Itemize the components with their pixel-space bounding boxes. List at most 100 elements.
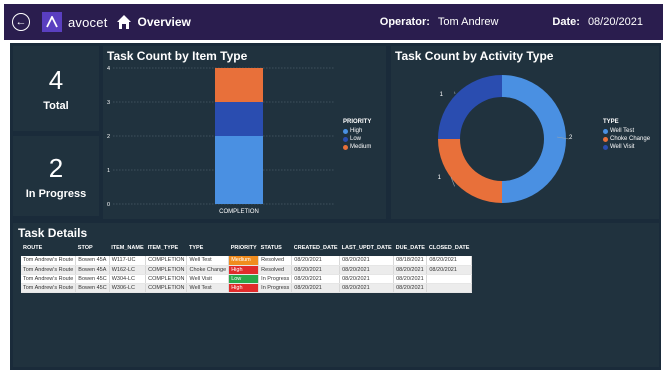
table-cell: Resolved [258,256,293,266]
kpi-in-progress-label: In Progress [25,187,87,200]
table-cell: 08/20/2021 [339,256,395,266]
legend-label: Medium [350,144,372,150]
table-cell [426,283,472,293]
task-details-table: ROUTE STOP ITEM_NAME ITEM_TYPE TYPE PRIORITY S… [21,243,472,293]
page-title: Overview [137,15,191,29]
task-details-panel: Task Details ROUTE STOP ITEM_NAME ITEM_TYPE… [13,223,659,367]
table-cell: Choke Change [186,265,230,275]
legend-label: Low [350,136,362,142]
avocet-logo-icon [42,12,62,32]
table-cell: 08/20/2021 [426,256,472,266]
table-cell: 08/20/2021 [339,274,395,284]
table-cell: 08/20/2021 [291,265,341,275]
table-cell: Well Test [186,283,230,293]
table-cell: W117-UC [109,256,147,266]
legend-dot-icon [343,128,348,134]
column-header-stop[interactable]: STOP [76,243,109,256]
table-cell: Well Test [186,256,230,266]
table-cell: High [228,265,260,275]
table-cell: COMPLETION [145,256,188,266]
table-cell: High [228,283,260,293]
table-cell: W304-LC [109,274,147,284]
type-legend: TYPE Well Test Choke Change Well Visit [603,119,650,152]
item-type-chart-panel[interactable]: Task Count by Item Type 0 1 2 3 4 COMPLETION … [103,46,386,219]
legend-item-well-test[interactable]: Well Test [603,128,650,134]
report-canvas: ← avocet Overview Operator: Tom Andrew D… [0,0,667,371]
bar-segment-medium [215,68,263,102]
table-cell: Tom Andrew's Route [21,265,77,275]
table-cell: 08/20/2021 [393,265,428,275]
activity-type-chart-panel[interactable]: Task Count by Activity Type 211 TYPE Wel… [391,46,659,219]
table-row[interactable]: Tom Andrew's Route Bowen 45A W117-UC COMPLE… [21,256,472,266]
operator-label: Operator: [379,16,430,28]
donut-slice-well-visit [438,75,502,139]
column-header-due-date[interactable]: DUE_DATE [394,243,427,256]
y-tick-label: 2 [107,134,110,140]
legend-dot-icon [603,136,608,142]
table-cell: Tom Andrew's Route [21,283,77,293]
legend-dot-icon [603,144,608,150]
table-cell: 08/20/2021 [291,256,341,266]
table-cell: In Progress [258,283,293,293]
column-header-item-name[interactable]: ITEM_NAME [109,243,145,256]
legend-label: High [350,128,363,134]
kpi-total-value: 4 [48,65,64,95]
table-cell: W162-LC [109,265,147,275]
column-header-type[interactable]: TYPE [187,243,229,256]
table-cell: COMPLETION [145,265,188,275]
task-details-title: Task Details [18,226,88,240]
table-cell: COMPLETION [145,274,188,284]
kpi-total-card[interactable]: 4 Total [13,46,99,131]
legend-item-low[interactable]: Low [343,136,371,142]
table-row[interactable]: Tom Andrew's Route Bowen 45C W306-LC COMPLE… [21,283,472,293]
legend-label: Well Test [610,128,635,134]
table-cell: 08/20/2021 [339,283,395,293]
legend-item-high[interactable]: High [343,128,371,134]
table-cell: Bowen 45C [75,283,110,293]
column-header-created-date[interactable]: CREATED_DATE [292,243,340,256]
table-cell: Tom Andrew's Route [21,274,77,284]
legend-item-medium[interactable]: Medium [343,144,371,150]
column-header-route[interactable]: ROUTE [21,243,76,256]
table-row[interactable]: Tom Andrew's Route Bowen 45A W162-LC COMPLE… [21,265,472,275]
legend-item-well-visit[interactable]: Well Visit [603,144,650,150]
column-header-last-updt-date[interactable]: LAST_UPDT_DATE [340,243,394,256]
date-label: Date: [552,16,580,28]
priority-legend: PRIORITY High Low Medium [343,119,371,152]
donut-slice-well-test [502,75,566,203]
legend-label: Choke Change [610,136,651,142]
legend-dot-icon [343,136,348,142]
top-bar: ← avocet Overview Operator: Tom Andrew D… [4,4,663,40]
donut-slice-choke-change [438,139,502,203]
priority-legend-title: PRIORITY [343,119,372,125]
date-value: 08/20/2021 [587,16,643,28]
table-cell: W306-LC [109,283,147,293]
column-header-status[interactable]: STATUS [259,243,292,256]
table-cell: 08/18/2021 [393,256,428,266]
table-row[interactable]: Tom Andrew's Route Bowen 45C W304-LC COMPLE… [21,274,472,284]
y-tick-label: 4 [107,66,110,72]
table-cell: 08/20/2021 [339,265,395,275]
column-header-closed-date[interactable]: CLOSED_DATE [427,243,472,256]
data-label: 2 [569,135,573,141]
table-cell [426,274,472,284]
dashboard-body: 4 Total 2 In Progress Task Count by Item… [10,43,661,370]
legend-dot-icon [343,144,348,150]
table-cell: Bowen 45C [75,274,110,284]
y-tick-label: 0 [107,202,110,208]
x-tick-label: COMPLETION [219,209,259,215]
legend-label: Well Visit [610,144,635,150]
kpi-in-progress-card[interactable]: 2 In Progress [13,136,99,216]
data-label: 1 [440,92,444,98]
table-cell: Resolved [258,265,293,275]
legend-item-choke-change[interactable]: Choke Change [603,136,650,142]
table-cell: 08/20/2021 [291,283,341,293]
type-legend-title: TYPE [603,119,619,125]
column-header-item-type[interactable]: ITEM_TYPE [146,243,187,256]
table-cell: 08/20/2021 [393,274,428,284]
column-header-priority[interactable]: PRIORITY [229,243,259,256]
home-icon[interactable] [116,13,134,31]
table-cell: In Progress [258,274,293,284]
y-tick-label: 3 [107,100,110,106]
back-arrow-icon[interactable]: ← [12,13,30,31]
